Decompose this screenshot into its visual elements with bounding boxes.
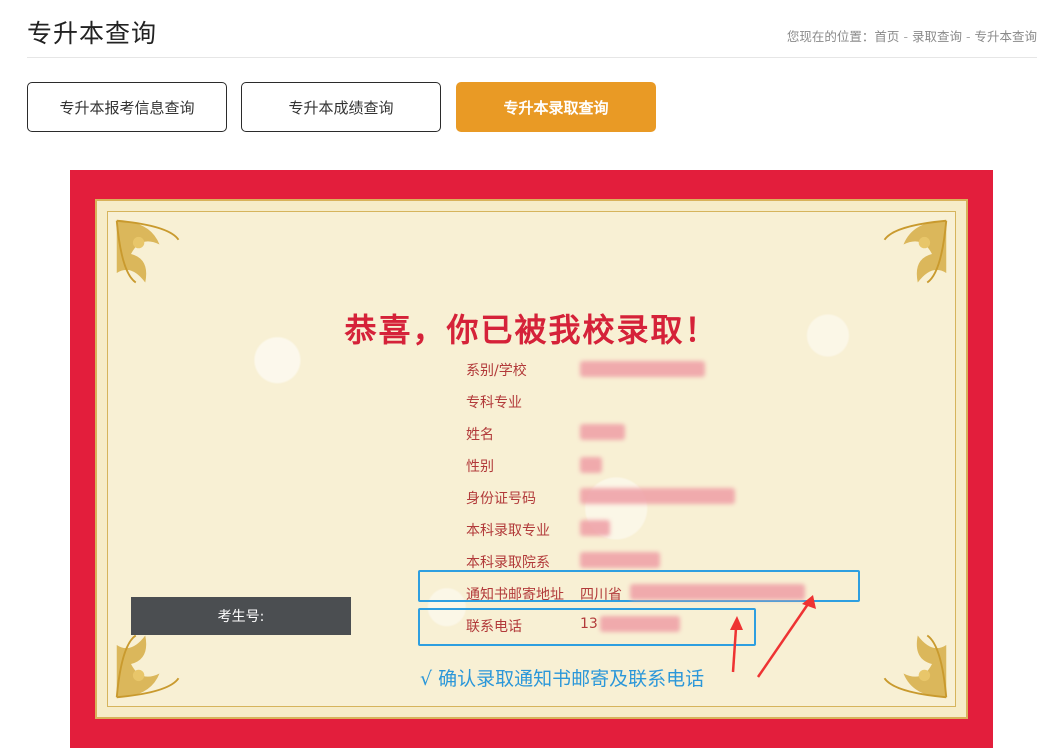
field-label-admitted-major: 本科录取专业 xyxy=(466,523,550,539)
corner-ornament-icon xyxy=(883,634,948,699)
redacted-value xyxy=(580,552,660,568)
admission-certificate: 恭喜，你已被我校录取！ 系别/学校 专科专业 姓名 性别 身份证号码 本科录取专… xyxy=(70,170,993,748)
redacted-value xyxy=(580,520,610,536)
breadcrumb-separator: - xyxy=(903,29,908,44)
field-label-name: 姓名 xyxy=(466,427,494,443)
field-label-id-number: 身份证号码 xyxy=(466,491,536,507)
redacted-value xyxy=(580,457,602,473)
redacted-value xyxy=(600,616,680,632)
page-title: 专升本查询 xyxy=(27,19,158,48)
breadcrumb-prefix: 您现在的位置： xyxy=(786,29,875,44)
tab-admission-query[interactable]: 专升本录取查询 xyxy=(456,82,656,132)
field-label-gender: 性别 xyxy=(466,459,494,475)
confirm-note: √ 确认录取通知书邮寄及联系电话 xyxy=(420,668,705,690)
redacted-value xyxy=(580,488,735,504)
field-label-phone: 联系电话 xyxy=(466,619,522,635)
breadcrumb-separator: - xyxy=(965,29,971,44)
corner-ornament-icon xyxy=(115,219,180,284)
breadcrumb: 您现在的位置：首页 - 录取查询 - 专升本查询 xyxy=(787,26,1037,45)
tab-score-query[interactable]: 专升本成绩查询 xyxy=(241,82,441,132)
breadcrumb-admission[interactable]: 录取查询 xyxy=(912,29,962,44)
redacted-value xyxy=(630,584,805,600)
phone-value: 13 xyxy=(580,616,598,632)
mailing-address-value: 四川省 xyxy=(580,587,622,603)
field-label-college-major: 专科专业 xyxy=(466,395,522,411)
breadcrumb-current: 专升本查询 xyxy=(974,29,1037,44)
field-label-department: 系别/学校 xyxy=(466,363,527,379)
corner-ornament-icon xyxy=(883,219,948,284)
redacted-value xyxy=(580,361,705,377)
tab-registration-query[interactable]: 专升本报考信息查询 xyxy=(27,82,227,132)
redacted-value xyxy=(580,424,625,440)
header-divider xyxy=(27,57,1037,58)
certificate-frame: 恭喜，你已被我校录取！ 系别/学校 专科专业 姓名 性别 身份证号码 本科录取专… xyxy=(95,199,968,719)
exam-number-label: 考生号: xyxy=(217,609,265,625)
field-label-admitted-college: 本科录取院系 xyxy=(466,555,550,571)
exam-number-box: 考生号: xyxy=(131,597,351,635)
field-label-mailing-address: 通知书邮寄地址 xyxy=(466,587,564,603)
admission-headline: 恭喜，你已被我校录取！ xyxy=(344,311,719,349)
breadcrumb-home[interactable]: 首页 xyxy=(874,29,899,44)
certificate-parchment: 恭喜，你已被我校录取！ 系别/学校 专科专业 姓名 性别 身份证号码 本科录取专… xyxy=(107,211,956,707)
